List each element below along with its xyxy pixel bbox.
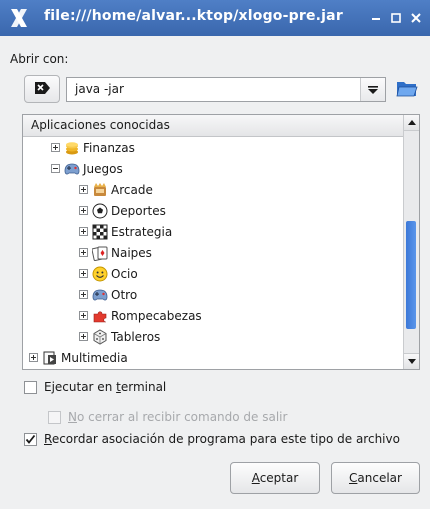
command-combobox[interactable]: java -jar — [66, 77, 386, 102]
expand-icon[interactable] — [51, 143, 60, 152]
tree-item-otro[interactable]: Otro — [79, 284, 137, 305]
scroll-up-button[interactable] — [404, 115, 419, 131]
smiley-icon — [91, 265, 109, 283]
no-close-label: No cerrar al recibir comando de salir — [68, 410, 288, 424]
remember-association-option[interactable]: Recordar asociación de programa para est… — [24, 432, 400, 446]
expand-icon[interactable] — [79, 290, 88, 299]
expand-icon[interactable] — [79, 248, 88, 257]
chess-board-icon — [91, 223, 109, 241]
maximize-button[interactable] — [386, 8, 406, 28]
title-bar[interactable]: file:///home/alvar...ktop/xlogo-pre.jar — [0, 0, 430, 36]
multimedia-icon — [41, 349, 59, 367]
window-title: file:///home/alvar...ktop/xlogo-pre.jar — [44, 8, 343, 24]
tree-item-rompecabezas[interactable]: Rompecabezas — [79, 305, 202, 326]
gamepad-icon — [63, 160, 81, 178]
tree-item-naipes[interactable]: Naipes — [79, 242, 152, 263]
tree-item-label: Multimedia — [61, 350, 128, 365]
tree-item-arcade[interactable]: Arcade — [79, 179, 153, 200]
tree-column-header[interactable]: Aplicaciones conocidas — [23, 115, 403, 137]
tree-item-label: Deportes — [111, 203, 166, 218]
puzzle-icon — [91, 307, 109, 325]
run-in-terminal-option[interactable]: Ejecutar en terminal — [24, 380, 166, 394]
minimize-button[interactable] — [366, 8, 386, 28]
checkmark-icon — [25, 434, 36, 444]
close-button[interactable] — [406, 8, 426, 28]
scroll-down-button[interactable] — [404, 353, 419, 369]
remember-association-checkbox[interactable] — [24, 432, 37, 446]
run-command-icon — [33, 81, 51, 98]
tree-item-label: Tableros — [111, 329, 161, 344]
tree-item-label: Ocio — [111, 266, 138, 281]
tree-item-juegos[interactable]: Juegos — [51, 158, 123, 179]
dice-icon — [91, 328, 109, 346]
expand-icon[interactable] — [29, 353, 38, 362]
tree-item-deportes[interactable]: Deportes — [79, 200, 166, 221]
run-in-terminal-checkbox[interactable] — [24, 380, 37, 394]
browse-button[interactable] — [394, 76, 420, 102]
open-with-label: Abrir con: — [10, 52, 69, 66]
accept-label: Aceptar — [251, 471, 299, 485]
cancel-button[interactable]: Cancelar — [331, 462, 420, 494]
soccer-ball-icon — [91, 202, 109, 220]
run-in-terminal-label: Ejecutar en terminal — [44, 380, 167, 394]
tree-item-label: Otro — [111, 287, 138, 302]
command-input[interactable]: java -jar — [75, 82, 124, 96]
expand-icon[interactable] — [79, 269, 88, 278]
tree-item-finanzas[interactable]: Finanzas — [51, 137, 135, 158]
tree-item-label: Rompecabezas — [111, 308, 202, 323]
tree-item-estrategia[interactable]: Estrategia — [79, 221, 172, 242]
chevron-down-icon — [368, 85, 378, 94]
applications-tree[interactable]: Aplicaciones conocidas Finanzas Juegos Arc… — [22, 114, 420, 370]
arcade-icon — [91, 181, 109, 199]
x-app-icon[interactable] — [8, 7, 30, 29]
collapse-icon[interactable] — [51, 164, 60, 173]
expand-icon[interactable] — [79, 227, 88, 236]
tree-item-label: Naipes — [111, 245, 152, 260]
open-folder-icon — [396, 78, 418, 101]
arrow-down-icon — [407, 358, 416, 364]
accept-button[interactable]: Aceptar — [230, 462, 320, 494]
tree-item-label: Juegos — [83, 161, 123, 176]
arrow-up-icon — [407, 119, 416, 125]
tree-item-label: Estrategia — [111, 224, 173, 239]
tree-item-label: Arcade — [111, 182, 153, 197]
no-close-option[interactable]: No cerrar al recibir comando de salir — [48, 410, 287, 424]
gamepad-icon — [91, 286, 109, 304]
remember-association-label: Recordar asociación de programa para est… — [44, 432, 400, 446]
playing-cards-icon — [91, 244, 109, 262]
run-command-button[interactable] — [24, 75, 60, 103]
no-close-checkbox[interactable] — [48, 410, 61, 424]
tree-item-multimedia[interactable]: Multimedia — [29, 347, 128, 368]
expand-icon[interactable] — [79, 332, 88, 341]
expand-icon[interactable] — [79, 311, 88, 320]
open-with-dialog: file:///home/alvar...ktop/xlogo-pre.jar … — [0, 0, 430, 509]
tree-item-label: Finanzas — [83, 140, 135, 155]
cancel-label: Cancelar — [349, 471, 402, 485]
tree-body: Finanzas Juegos Arcade Deportes Estrategia Na… — [23, 137, 403, 369]
vertical-scrollbar[interactable] — [403, 115, 419, 369]
scrollbar-thumb[interactable] — [406, 221, 416, 329]
expand-icon[interactable] — [79, 206, 88, 215]
combobox-dropdown-button[interactable] — [360, 78, 385, 101]
tree-item-ocio[interactable]: Ocio — [79, 263, 138, 284]
tree-item-tableros[interactable]: Tableros — [79, 326, 160, 347]
coins-icon — [63, 139, 81, 157]
expand-icon[interactable] — [79, 185, 88, 194]
